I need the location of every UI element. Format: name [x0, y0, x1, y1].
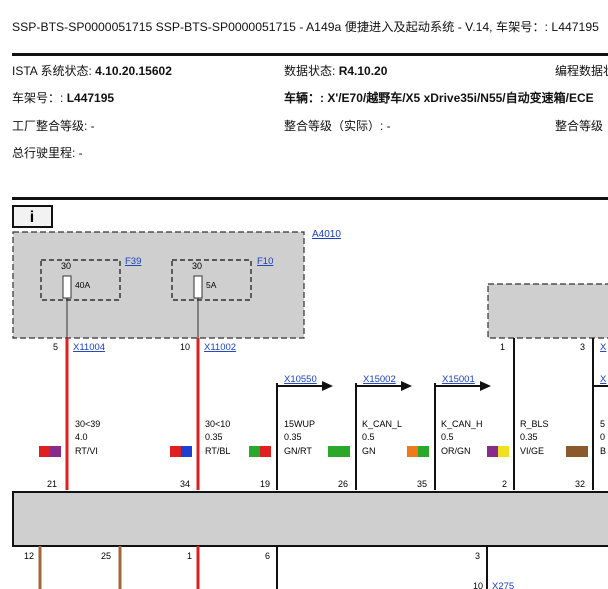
conn-x11004[interactable]: X11004 [73, 342, 105, 353]
pin-32: 32 [575, 479, 585, 489]
svg-text:30: 30 [61, 261, 71, 271]
connector-x15002[interactable]: X15002 [356, 374, 412, 391]
total-mileage: 总行驶里程: - [12, 146, 83, 160]
svg-text:30<10: 30<10 [205, 419, 230, 429]
vin: 车架号：: L447195 [12, 91, 115, 105]
fuse-f10-link[interactable]: F10 [257, 256, 273, 267]
wire-label-30-10: 30<10 0.35 RT/BL [170, 419, 230, 457]
wire-label-right: 5 0 B [600, 419, 606, 456]
wire-label-kcan-h: K_CAN_H 0.5 OR/GN [407, 419, 509, 457]
bottom-pin-6: 6 [265, 551, 270, 561]
module-a4010-label[interactable]: A4010 [312, 229, 341, 240]
svg-text:OR/GN: OR/GN [441, 446, 471, 456]
pin-19: 19 [260, 479, 270, 489]
svg-text:30: 30 [192, 261, 202, 271]
svg-text:X: X [600, 374, 607, 385]
module-a4010-box [12, 231, 305, 339]
svg-text:30<39: 30<39 [75, 419, 100, 429]
svg-text:B: B [600, 446, 606, 456]
bottom-pin-10: 10 [473, 581, 483, 589]
svg-text:i: i [30, 209, 34, 226]
pin-2: 2 [502, 479, 507, 489]
document-title: SSP-BTS-SP0000051715 SSP-BTS-SP000005171… [12, 20, 599, 34]
svg-text:0.5: 0.5 [441, 432, 454, 442]
integration-level: 整合等级 [555, 119, 604, 133]
module-right-box [487, 283, 608, 339]
conn-x11002[interactable]: X11002 [204, 342, 236, 353]
svg-text:GN: GN [362, 446, 376, 456]
ista-status: ISTA 系统状态: 4.10.20.15602 [12, 64, 172, 78]
pin-35: 35 [417, 479, 427, 489]
connector-x15001[interactable]: X15001 [435, 374, 491, 391]
conn-x275[interactable]: X275 [492, 581, 514, 589]
svg-text:X10550: X10550 [284, 374, 317, 385]
top-pin-3: 3 [580, 342, 585, 352]
pin-21: 21 [47, 479, 57, 489]
svg-text:RT/VI: RT/VI [75, 446, 98, 456]
pin-26: 26 [338, 479, 348, 489]
svg-text:X15001: X15001 [442, 374, 475, 385]
connector-x-right[interactable]: X [593, 374, 608, 387]
svg-text:0.35: 0.35 [520, 432, 538, 442]
svg-text:X15002: X15002 [363, 374, 396, 385]
svg-text:5A: 5A [206, 280, 217, 290]
bottom-pin-12: 12 [24, 551, 34, 561]
wire-label-30-39: 30<39 4.0 RT/VI [39, 419, 100, 457]
connector-x10550[interactable]: X10550 [277, 374, 333, 391]
svg-text:0: 0 [600, 432, 605, 442]
wire-label-kcan-l: K_CAN_L 0.5 GN [328, 419, 402, 457]
svg-text:K_CAN_H: K_CAN_H [441, 419, 483, 429]
svg-text:40A: 40A [75, 280, 90, 290]
svg-text:0.35: 0.35 [205, 432, 223, 442]
svg-text:VI/GE: VI/GE [520, 446, 544, 456]
svg-text:K_CAN_L: K_CAN_L [362, 419, 402, 429]
factory-integration-level: 工厂整合等级: - [12, 119, 95, 133]
integration-level-actual: 整合等级（实际）: - [284, 119, 391, 133]
bottom-pin-25: 25 [101, 551, 111, 561]
svg-text:GN/RT: GN/RT [284, 446, 312, 456]
bottom-pin-3: 3 [475, 551, 480, 561]
header-rule [12, 53, 608, 56]
fuse-f39-link[interactable]: F39 [125, 256, 141, 267]
svg-text:5: 5 [600, 419, 605, 429]
svg-text:0.35: 0.35 [284, 432, 302, 442]
vehicle: 车辆：: X'/E70/越野车/X5 xDrive35i/N55/自动变速箱/E… [284, 91, 594, 105]
svg-text:4.0: 4.0 [75, 432, 88, 442]
wire-label-r-bls: R_BLS 0.35 VI/GE [520, 419, 588, 457]
programming-status: 编程数据状态: [555, 64, 608, 78]
svg-text:0.5: 0.5 [362, 432, 375, 442]
top-pin-1: 1 [500, 342, 505, 352]
top-pin-5: 5 [53, 342, 58, 352]
wiring-diagram: i A4010 30 40A F39 30 5A F10 5 X11004 10… [12, 205, 608, 589]
pin-34: 34 [180, 479, 190, 489]
svg-text:RT/BL: RT/BL [205, 446, 230, 456]
svg-text:15WUP: 15WUP [284, 419, 315, 429]
svg-text:R_BLS: R_BLS [520, 419, 549, 429]
info-icon[interactable]: i [12, 205, 53, 228]
wire-label-15wup: 15WUP 0.35 GN/RT [249, 419, 315, 457]
top-pin-10: 10 [180, 342, 190, 352]
conn-x-right[interactable]: X [600, 342, 607, 353]
main-module-box [12, 491, 608, 547]
data-status: 数据状态: R4.10.20 [284, 64, 388, 78]
bottom-pin-1: 1 [187, 551, 192, 561]
